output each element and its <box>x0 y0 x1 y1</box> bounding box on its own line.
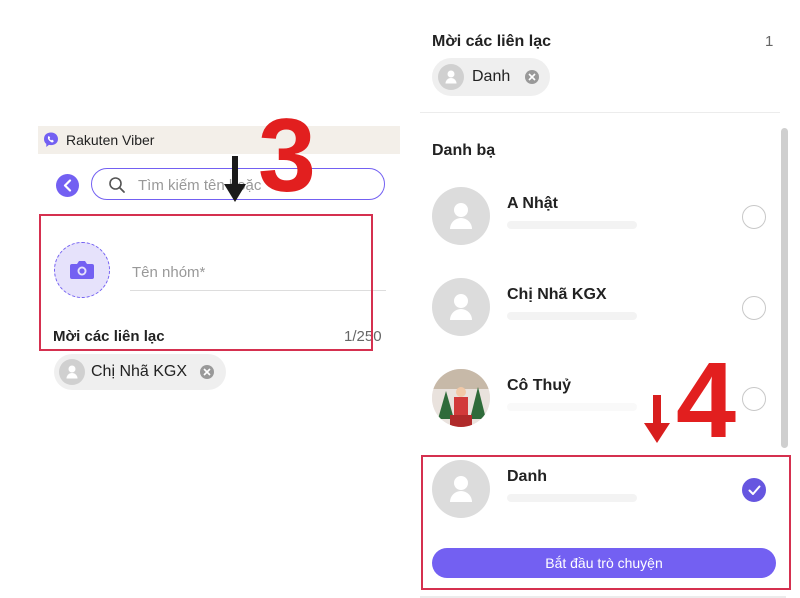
chip-name: Chị Nhã KGX <box>91 363 188 380</box>
select-radio[interactable] <box>742 296 766 320</box>
contact-subtitle-redacted <box>507 312 637 320</box>
scrollbar[interactable] <box>781 128 788 448</box>
selected-contact-chip: Chị Nhã KGX <box>54 354 226 390</box>
contact-subtitle-redacted <box>507 221 637 229</box>
contact-name: Chị Nhã KGX <box>507 286 607 303</box>
person-icon <box>450 294 472 320</box>
photo-avatar-icon <box>432 369 490 427</box>
back-button[interactable] <box>56 174 79 197</box>
remove-chip-button[interactable] <box>200 365 214 379</box>
title-bar: Rakuten Viber <box>38 126 400 154</box>
step-number-3: 3 <box>258 98 316 214</box>
avatar <box>59 359 85 385</box>
step-number-4: 4 <box>676 339 737 460</box>
avatar <box>432 278 490 336</box>
selected-contact-chip: Danh <box>432 58 550 96</box>
contact-row[interactable]: A Nhật <box>420 187 782 277</box>
close-icon <box>203 368 211 376</box>
remove-chip-button[interactable] <box>525 70 539 84</box>
avatar <box>438 64 464 90</box>
search-icon <box>109 177 125 193</box>
chip-name: Danh <box>472 68 511 85</box>
chevron-left-icon <box>63 179 72 192</box>
person-icon <box>445 70 457 84</box>
divider <box>420 112 780 113</box>
arrow-down-icon <box>644 395 670 443</box>
avatar-photo <box>432 369 490 427</box>
avatar <box>432 187 490 245</box>
select-radio[interactable] <box>742 387 766 411</box>
highlight-box-step-3 <box>39 214 373 351</box>
person-icon <box>450 203 472 229</box>
select-radio[interactable] <box>742 205 766 229</box>
contact-subtitle-redacted <box>507 403 637 411</box>
close-icon <box>528 73 536 81</box>
invite-contacts-label: Mời các liên lạc <box>432 33 551 50</box>
app-title: Rakuten Viber <box>66 132 155 148</box>
contact-name: Cô Thuỷ <box>507 377 571 394</box>
contact-name: A Nhật <box>507 195 558 212</box>
arrow-down-icon <box>224 156 246 202</box>
highlight-box-step-4 <box>421 455 791 590</box>
person-icon <box>66 365 78 379</box>
viber-logo-icon <box>44 132 58 147</box>
invite-count: 1 <box>765 33 774 50</box>
contacts-section-label: Danh bạ <box>432 142 496 159</box>
